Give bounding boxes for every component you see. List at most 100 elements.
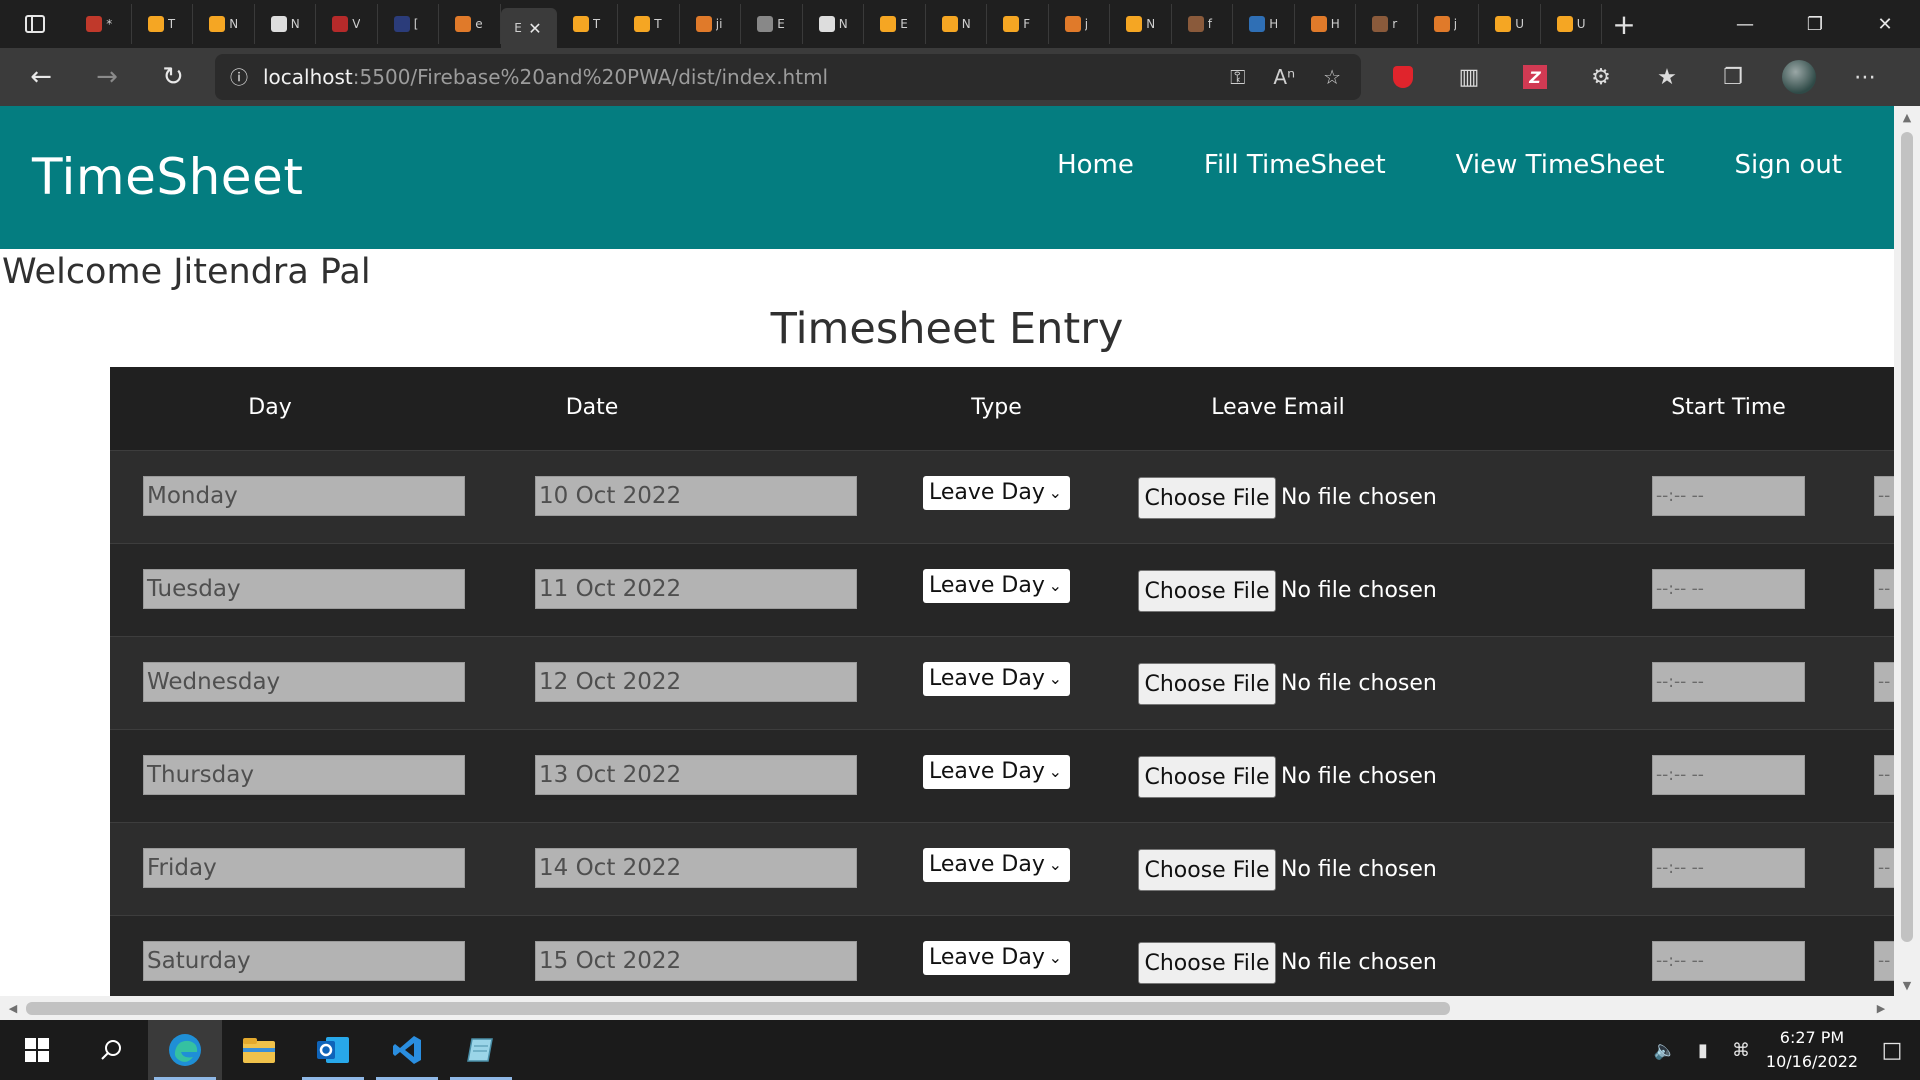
horizontal-scrollbar[interactable]: ◀ ▶ — [0, 996, 1894, 1020]
battery-icon[interactable]: ▮ — [1684, 1040, 1722, 1061]
add-favorite-icon[interactable]: ☆ — [1323, 65, 1341, 89]
start-time-input[interactable]: --:-- -- — [1652, 476, 1805, 516]
site-brand[interactable]: TimeSheet — [32, 148, 303, 206]
start-time-input[interactable]: --:-- -- — [1652, 662, 1805, 702]
date-input[interactable]: 14 Oct 2022 — [535, 848, 857, 888]
vertical-scrollbar[interactable]: ▲ ▼ — [1894, 106, 1920, 996]
scroll-left-icon[interactable]: ◀ — [0, 996, 26, 1020]
start-time-input[interactable]: --:-- -- — [1652, 569, 1805, 609]
browser-tab[interactable]: j — [1049, 4, 1110, 44]
day-input[interactable]: Saturday — [143, 941, 465, 981]
horizontal-scroll-thumb[interactable] — [26, 1002, 1450, 1015]
new-tab-button[interactable]: + — [1602, 0, 1646, 48]
browser-tab[interactable]: N — [803, 4, 864, 44]
browser-tab[interactable]: r — [1356, 4, 1418, 44]
minimize-button[interactable]: — — [1710, 0, 1780, 48]
end-time-input[interactable]: -- — [1874, 755, 1894, 795]
scroll-right-icon[interactable]: ▶ — [1868, 996, 1894, 1020]
browser-tab[interactable]: T — [132, 4, 193, 44]
choose-file-button[interactable]: Choose File — [1138, 570, 1276, 612]
taskbar-outlook[interactable] — [296, 1020, 370, 1080]
url-text[interactable]: localhost:5500/Firebase%20and%20PWA/dist… — [263, 65, 828, 89]
browser-tab[interactable]: U — [1479, 4, 1541, 44]
browser-tab[interactable]: T — [557, 4, 618, 44]
browser-tab[interactable]: T — [618, 4, 680, 44]
browser-tab[interactable]: f — [1172, 4, 1233, 44]
day-input[interactable]: Friday — [143, 848, 465, 888]
taskbar-edge[interactable] — [148, 1020, 222, 1080]
favorites-icon[interactable]: ★ — [1634, 65, 1700, 90]
browser-tab[interactable]: [ — [378, 4, 439, 44]
browser-tab-active[interactable]: E ✕ — [500, 8, 557, 48]
nav-fill-timesheet[interactable]: Fill TimeSheet — [1204, 150, 1386, 180]
choose-file-button[interactable]: Choose File — [1138, 756, 1276, 798]
read-aloud-icon[interactable]: Aⁿ — [1273, 65, 1295, 89]
browser-tab[interactable]: V — [316, 4, 378, 44]
date-input[interactable]: 13 Oct 2022 — [535, 755, 857, 795]
browser-tab[interactable]: e — [439, 4, 501, 44]
scroll-up-icon[interactable]: ▲ — [1894, 106, 1920, 128]
search-button[interactable] — [74, 1020, 148, 1080]
site-info-icon[interactable]: ⓘ — [215, 64, 263, 90]
scroll-down-icon[interactable]: ▼ — [1894, 974, 1920, 996]
day-input[interactable]: Monday — [143, 476, 465, 516]
refresh-button[interactable]: ↻ — [140, 48, 206, 106]
browser-tab[interactable]: N — [193, 4, 255, 44]
nav-view-timesheet[interactable]: View TimeSheet — [1456, 150, 1665, 180]
extensions-icon[interactable]: ⚙ — [1568, 65, 1634, 90]
end-time-input[interactable]: -- — [1874, 848, 1894, 888]
browser-tab[interactable]: * — [70, 4, 132, 44]
end-time-input[interactable]: -- — [1874, 662, 1894, 702]
clock[interactable]: 6:27 PM 10/16/2022 — [1760, 1026, 1864, 1074]
more-menu-icon[interactable]: ⋯ — [1832, 65, 1898, 90]
browser-tab[interactable]: H — [1295, 4, 1356, 44]
taskbar-file-explorer[interactable] — [222, 1020, 296, 1080]
restore-button[interactable]: ❐ — [1780, 0, 1850, 48]
end-time-input[interactable]: -- — [1874, 941, 1894, 981]
date-input[interactable]: 12 Oct 2022 — [535, 662, 857, 702]
wifi-icon[interactable]: ⌘ — [1722, 1040, 1760, 1061]
start-time-input[interactable]: --:-- -- — [1652, 848, 1805, 888]
address-bar[interactable]: ⓘ localhost:5500/Firebase%20and%20PWA/di… — [215, 54, 1361, 100]
close-window-button[interactable]: ✕ — [1850, 0, 1920, 48]
start-time-input[interactable]: --:-- -- — [1652, 755, 1805, 795]
start-button[interactable] — [0, 1020, 74, 1080]
close-tab-icon[interactable]: ✕ — [528, 19, 541, 38]
key-icon[interactable]: ⚿ — [1230, 65, 1245, 89]
browser-tab[interactable]: N — [255, 4, 316, 44]
adblock-extension-icon[interactable] — [1370, 66, 1436, 88]
volume-icon[interactable]: 🔈 — [1646, 1040, 1684, 1061]
type-select[interactable]: Leave Day ⌄ — [923, 569, 1070, 603]
end-time-input[interactable]: -- — [1874, 476, 1894, 516]
taskbar-vscode[interactable] — [370, 1020, 444, 1080]
analytics-extension-icon[interactable]: ▥ — [1436, 65, 1502, 90]
browser-tab[interactable]: N — [1110, 4, 1172, 44]
choose-file-button[interactable]: Choose File — [1138, 849, 1276, 891]
taskbar-notepad[interactable] — [444, 1020, 518, 1080]
choose-file-button[interactable]: Choose File — [1138, 942, 1276, 984]
date-input[interactable]: 10 Oct 2022 — [535, 476, 857, 516]
end-time-input[interactable]: -- — [1874, 569, 1894, 609]
nav-sign-out[interactable]: Sign out — [1734, 150, 1842, 180]
vertical-scroll-thumb[interactable] — [1901, 132, 1913, 942]
type-select[interactable]: Leave Day ⌄ — [923, 662, 1070, 696]
type-select[interactable]: Leave Day ⌄ — [923, 476, 1070, 510]
type-select[interactable]: Leave Day ⌄ — [923, 941, 1070, 975]
browser-tab[interactable]: F — [987, 4, 1049, 44]
browser-tab[interactable]: U — [1541, 4, 1602, 44]
browser-tab[interactable]: H — [1233, 4, 1295, 44]
day-input[interactable]: Thursday — [143, 755, 465, 795]
type-select[interactable]: Leave Day ⌄ — [923, 755, 1070, 789]
date-input[interactable]: 15 Oct 2022 — [535, 941, 857, 981]
forward-button[interactable]: → — [74, 48, 140, 106]
browser-tab[interactable]: j — [1418, 4, 1479, 44]
profile-avatar[interactable] — [1766, 60, 1832, 94]
back-button[interactable]: ← — [8, 48, 74, 106]
type-select[interactable]: Leave Day ⌄ — [923, 848, 1070, 882]
choose-file-button[interactable]: Choose File — [1138, 477, 1276, 519]
browser-tab[interactable]: E — [741, 4, 803, 44]
zotero-extension-icon[interactable]: Z — [1502, 65, 1568, 89]
choose-file-button[interactable]: Choose File — [1138, 663, 1276, 705]
day-input[interactable]: Wednesday — [143, 662, 465, 702]
notifications-icon[interactable]: □ — [1864, 1038, 1920, 1063]
